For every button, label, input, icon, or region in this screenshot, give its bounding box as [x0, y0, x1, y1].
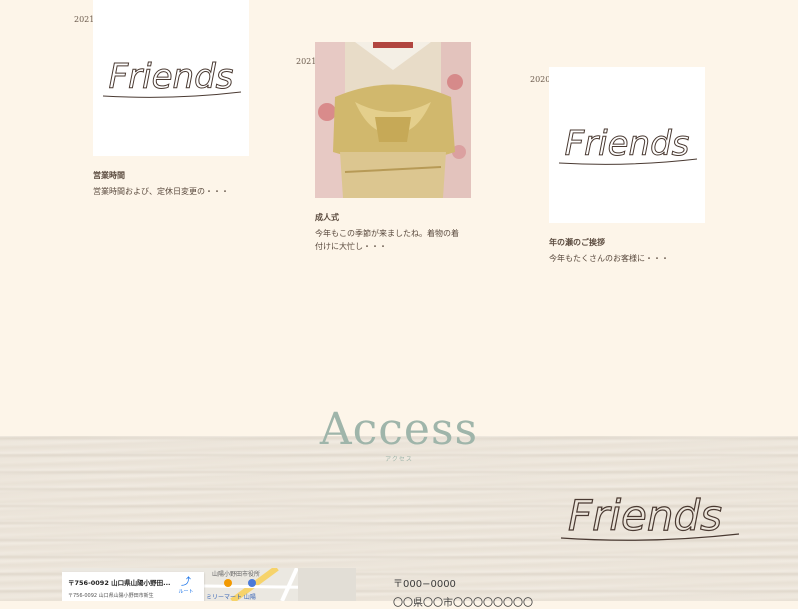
map-label: 山陽小野田市役所: [212, 571, 261, 578]
logo-text: Friends: [109, 57, 234, 97]
route-label: ルート: [178, 589, 194, 595]
address-line: 〇〇県〇〇市〇〇〇〇〇〇〇〇: [393, 598, 533, 609]
map-pin-icon[interactable]: [248, 579, 256, 587]
postal-code: 〒000−0000: [393, 579, 456, 590]
friends-logo: Friends: [560, 490, 740, 541]
access-subheading: アクセス: [385, 456, 413, 463]
map-place-card[interactable]: 〒756-0092 山口県山陽小野田... 〒756-0092 山口県山陽小野田…: [62, 572, 204, 601]
news-title: 年の瀬のご挨拶: [549, 238, 605, 247]
news-excerpt: 今年もこの季節が来ましたね。着物の着 付けに大忙し・・・: [315, 227, 459, 253]
access-heading: Access: [319, 404, 479, 455]
kimono-image: [315, 42, 471, 198]
news-excerpt-line: 今年もこの季節が来ましたね。着物の着: [315, 229, 459, 238]
friends-logo-thumbnail[interactable]: Friends: [549, 67, 705, 223]
map-place-title: 〒756-0092 山口県山陽小野田...: [68, 579, 171, 587]
route-button[interactable]: ⤴ ルート: [175, 577, 197, 596]
logo-text: Friends: [568, 491, 722, 540]
friends-logo: Friends: [558, 124, 698, 165]
map-label: ミリーマート 山陽: [206, 594, 256, 601]
news-title: 成人式: [315, 213, 339, 222]
news-excerpt: 営業時間および、定休日変更の・・・: [93, 187, 229, 196]
news-excerpt-line: 付けに大忙し・・・: [315, 242, 387, 251]
google-map[interactable]: 山陽小野田市役所 ミリーマート 山陽 〒756-0092 山口県山陽小野田...…: [62, 568, 356, 601]
news-title: 営業時間: [93, 171, 125, 180]
kimono-photo[interactable]: [315, 42, 471, 198]
news-excerpt: 今年もたくさんのお客様に・・・: [549, 254, 669, 263]
friends-logo: Friends: [102, 57, 242, 98]
logo-text: Friends: [565, 124, 690, 164]
map-place-address: 〒756-0092 山口県山陽小野田市新生: [68, 593, 154, 599]
map-pin-icon[interactable]: [224, 579, 232, 587]
friends-logo-thumbnail[interactable]: Friends: [93, 0, 249, 156]
directions-icon: ⤴: [181, 577, 191, 588]
